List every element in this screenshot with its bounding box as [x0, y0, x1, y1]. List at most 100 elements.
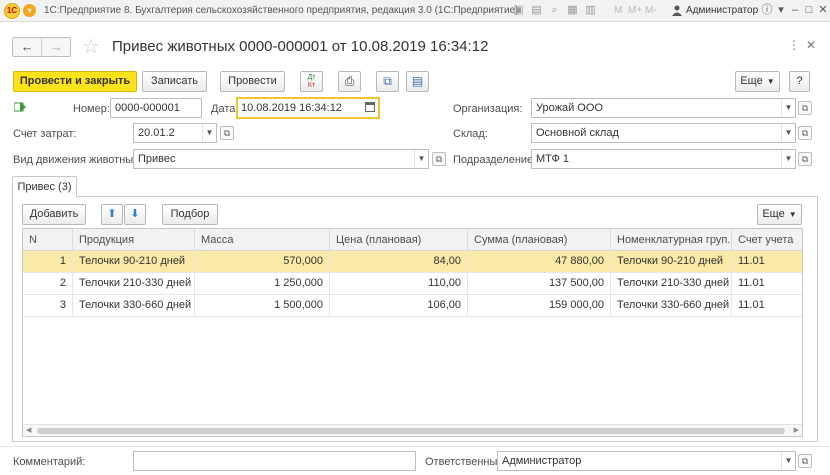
main-menu-icon[interactable]: ▾	[23, 4, 36, 17]
chevron-down-icon[interactable]: ▼	[781, 150, 795, 168]
maximize-icon[interactable]: □	[802, 3, 816, 17]
division-field[interactable]: МТФ 1 ▼	[531, 149, 796, 169]
date-value: 10.08.2019 16:34:12	[241, 102, 342, 114]
cost-account-field[interactable]: 20.01.2 ▼	[133, 123, 217, 143]
cell-account: 11.01	[738, 299, 765, 311]
chevron-down-icon[interactable]: ▾	[774, 3, 788, 17]
move-up-icon[interactable]: ⬆	[101, 204, 123, 225]
scrollbar-thumb[interactable]	[37, 428, 785, 434]
movement-type-value: Привес	[138, 153, 176, 165]
open-link-icon[interactable]: ⧉	[798, 126, 812, 140]
post-button[interactable]: Провести	[220, 71, 285, 92]
cell-mass: 1 250,000	[195, 273, 330, 294]
open-link-icon[interactable]: ⧉	[798, 101, 812, 115]
column-header-sum[interactable]: Сумма (плановая)	[468, 229, 611, 251]
table-header: N Продукция Масса Цена (плановая) Сумма …	[23, 229, 802, 251]
chevron-down-icon: ▼	[766, 77, 775, 86]
table-row[interactable]: 2 Телочки 210-330 дней 1 250,000 110,00 …	[23, 273, 802, 295]
back-arrow-icon[interactable]: ←	[13, 38, 41, 56]
comment-field[interactable]	[133, 451, 416, 471]
app-title: 1С:Предприятие 8. Бухгалтерия сельскохоз…	[44, 5, 519, 16]
calculator-icon[interactable]: ▥	[584, 4, 597, 17]
add-row-button[interactable]: Добавить	[22, 204, 86, 225]
warehouse-field[interactable]: Основной склад ▼	[531, 123, 796, 143]
page-title: Привес животных 0000-000001 от 10.08.201…	[112, 38, 489, 55]
search-icon[interactable]: ⌕	[548, 4, 561, 17]
column-header-price[interactable]: Цена (плановая)	[330, 229, 468, 251]
form-menu-icon[interactable]: ⋮	[788, 38, 800, 52]
m-button[interactable]: M	[614, 5, 622, 16]
print-icon[interactable]: ▤	[530, 4, 543, 17]
responsible-field[interactable]: Администратор ▼	[497, 451, 796, 471]
forward-arrow-icon[interactable]: →	[41, 38, 70, 56]
chevron-down-icon[interactable]: ▼	[414, 150, 428, 168]
cell-price: 106,00	[330, 295, 468, 316]
table-more-button[interactable]: Еще ▼	[757, 204, 802, 225]
cell-account: 11.01	[738, 255, 765, 267]
more-button[interactable]: Еще ▼	[735, 71, 780, 92]
move-down-icon[interactable]: ⬇	[124, 204, 146, 225]
tab-weight-gain[interactable]: Привес (3)	[12, 176, 77, 197]
column-header-product[interactable]: Продукция	[73, 229, 195, 251]
report-icon[interactable]: ▤	[406, 71, 429, 92]
cell-account: 11.01	[738, 277, 765, 289]
favorite-star-icon[interactable]: ☆	[82, 34, 100, 59]
column-header-account[interactable]: Счет учета	[732, 229, 802, 251]
user-icon	[672, 5, 682, 16]
open-link-icon[interactable]: ⧉	[798, 454, 812, 468]
scroll-right-icon[interactable]: ▶	[794, 426, 799, 434]
open-link-icon[interactable]: ⧉	[220, 126, 234, 140]
column-header-n[interactable]: N	[23, 229, 73, 251]
close-icon[interactable]: ✕	[816, 3, 830, 17]
cell-nomenclature-group: Телочки 330-660 дней	[611, 295, 732, 316]
responsible-value: Администратор	[502, 455, 582, 467]
cell-product: Телочки 210-330 дней	[73, 273, 195, 294]
post-and-close-button[interactable]: Провести и закрыть	[13, 71, 137, 92]
cell-price: 84,00	[330, 251, 468, 272]
print-icon[interactable]: ⎙	[338, 71, 361, 92]
structure-icon[interactable]: ⧉	[376, 71, 399, 92]
select-button[interactable]: Подбор	[162, 204, 218, 225]
chevron-down-icon[interactable]: ▼	[781, 124, 795, 142]
current-user[interactable]: Администратор	[686, 5, 758, 16]
column-header-nomenclature-group[interactable]: Номенклатурная груп...	[611, 229, 732, 251]
table-row[interactable]: 3 Телочки 330-660 дней 1 500,000 106,00 …	[23, 295, 802, 317]
m-plus-button[interactable]: M+	[628, 5, 642, 16]
cell-sum: 47 880,00	[468, 251, 611, 272]
open-link-icon[interactable]: ⧉	[798, 152, 812, 166]
form-close-icon[interactable]: ✕	[806, 38, 816, 52]
info-icon[interactable]: ⓘ	[760, 3, 774, 17]
chevron-down-icon[interactable]: ▼	[781, 452, 795, 470]
cell-n: 1	[23, 251, 73, 272]
save-icon[interactable]: ▣	[512, 4, 525, 17]
warehouse-value: Основной склад	[536, 127, 619, 139]
save-button[interactable]: Записать	[142, 71, 207, 92]
scroll-left-icon[interactable]: ◀	[26, 426, 31, 434]
organization-field[interactable]: Урожай ООО ▼	[531, 98, 796, 118]
horizontal-scrollbar[interactable]: ◀ ▶	[23, 424, 802, 436]
cell-product: Телочки 90-210 дней	[73, 251, 195, 272]
m-minus-button[interactable]: M-	[645, 5, 657, 16]
open-link-icon[interactable]: ⧉	[432, 152, 446, 166]
calendar-icon[interactable]: ▦	[566, 4, 579, 17]
number-field[interactable]: 0000-000001	[110, 98, 202, 118]
footer-divider	[0, 446, 830, 447]
movement-type-field[interactable]: Привес ▼	[133, 149, 429, 169]
organization-label: Организация:	[453, 103, 523, 115]
dt-label: Дт	[307, 74, 316, 81]
column-header-mass[interactable]: Масса	[195, 229, 330, 251]
table-more-label: Еще	[762, 208, 785, 220]
chevron-down-icon[interactable]: ▼	[781, 99, 795, 117]
comment-label: Комментарий:	[13, 456, 86, 468]
cell-n: 3	[23, 295, 73, 316]
responsible-label: Ответственный:	[425, 456, 507, 468]
minimize-icon[interactable]: –	[788, 3, 802, 17]
cell-nomenclature-group: Телочки 210-330 дней	[611, 273, 732, 294]
table-row[interactable]: 1 Телочки 90-210 дней 570,000 84,00 47 8…	[23, 251, 802, 273]
date-field[interactable]: 10.08.2019 16:34:12	[236, 97, 380, 119]
calendar-icon[interactable]	[365, 102, 375, 112]
chevron-down-icon[interactable]: ▼	[202, 124, 216, 142]
movement-type-label: Вид движения животных:	[13, 154, 142, 166]
dt-kt-icon[interactable]: Дт Кт	[300, 71, 323, 92]
help-button[interactable]: ?	[789, 71, 810, 92]
